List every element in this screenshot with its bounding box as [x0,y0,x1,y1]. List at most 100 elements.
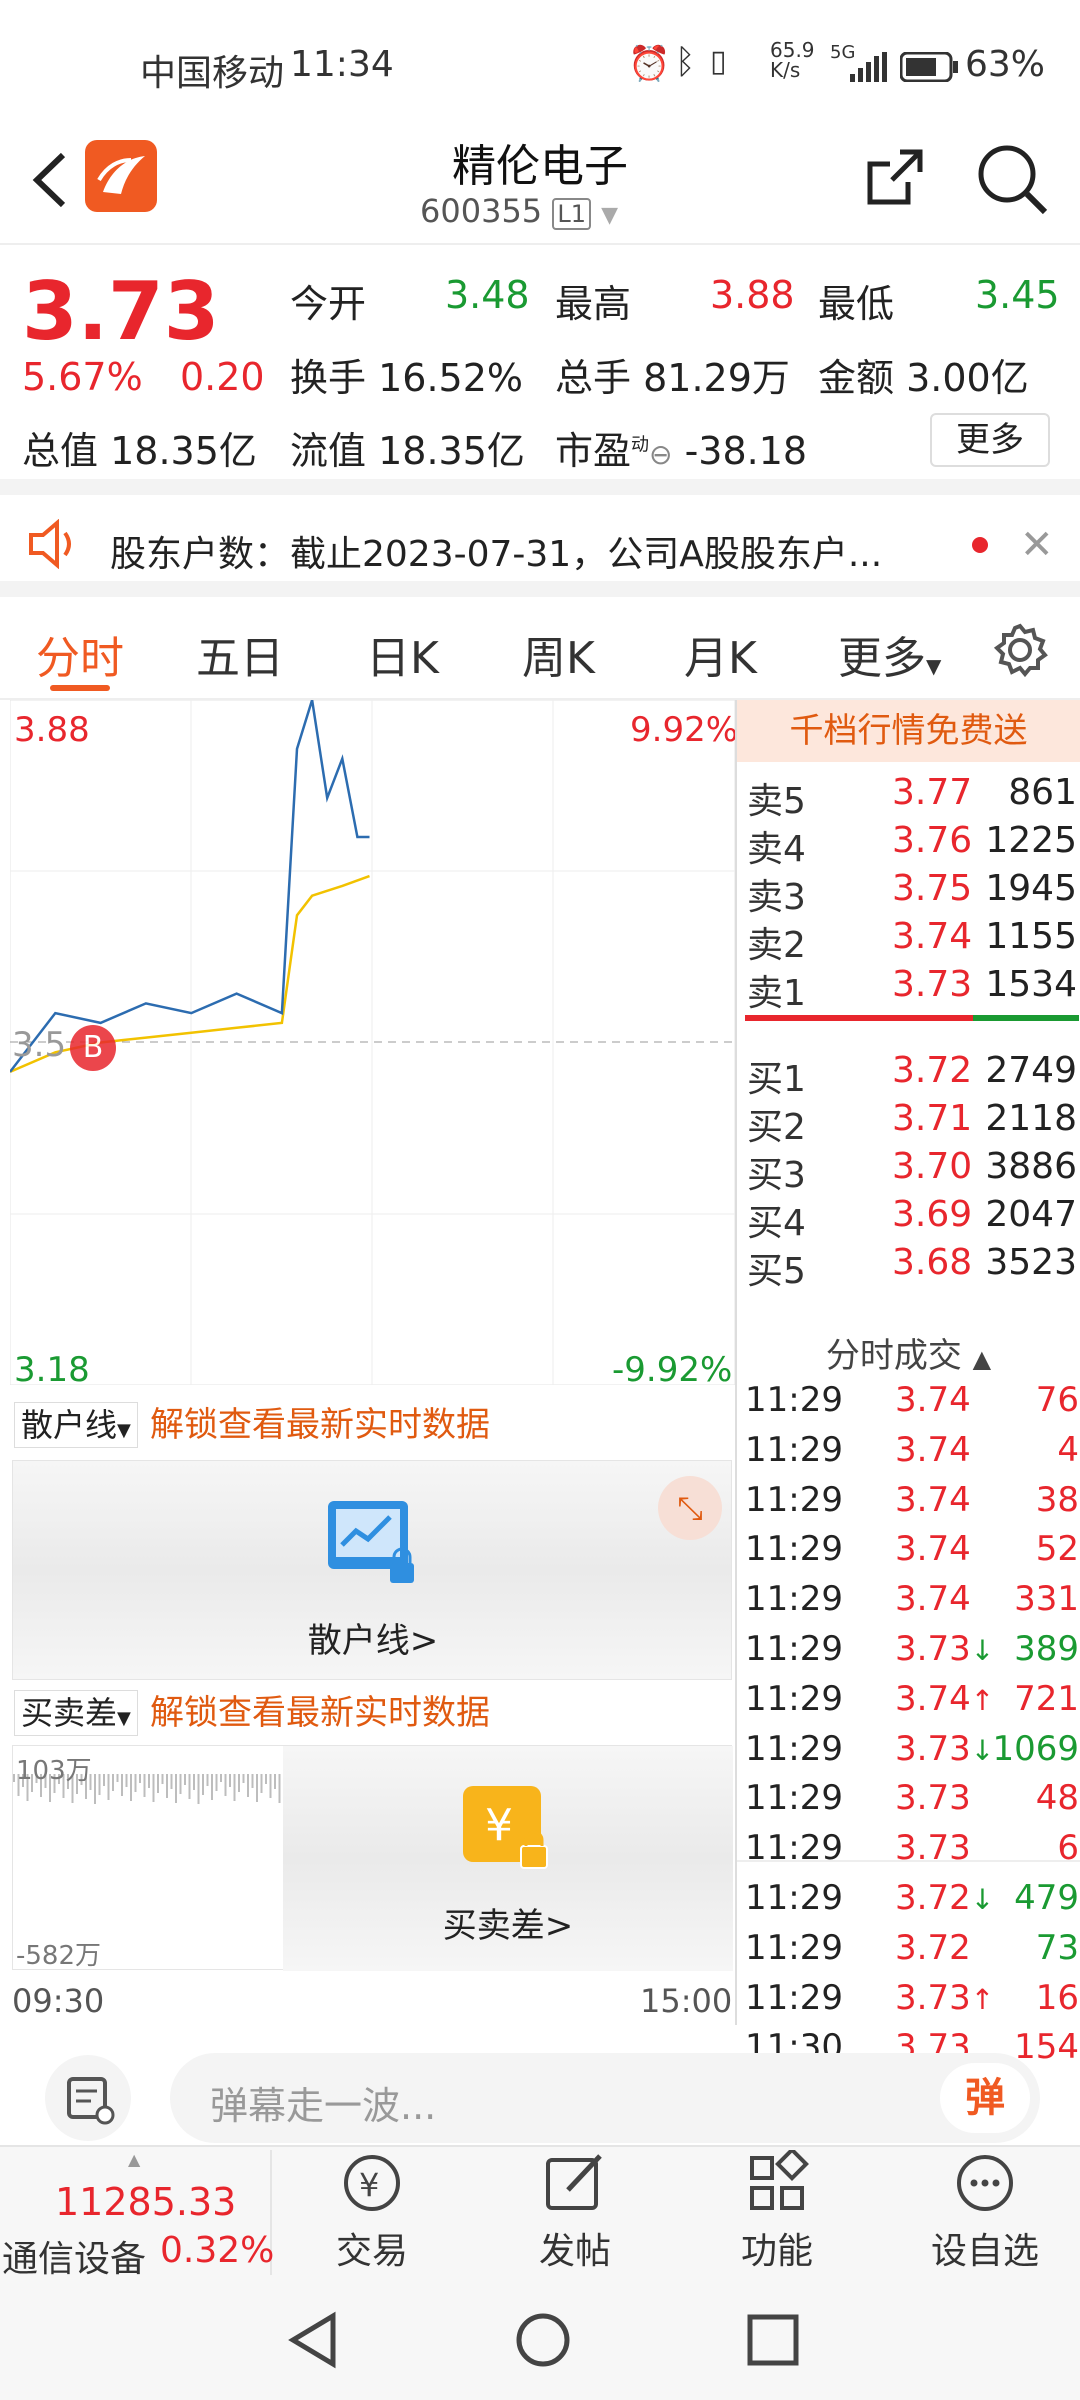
ask-volume: 1534 [985,964,1077,1005]
ask-row[interactable]: 卖4 3.76 1225 [747,820,1077,870]
home-circle-icon[interactable] [513,2310,573,2374]
ask-row[interactable]: 卖3 3.75 1945 [747,868,1077,918]
recents-square-icon[interactable] [745,2312,801,2372]
tick-time: 11:29 [745,1977,843,2018]
bid-row[interactable]: 买2 3.71 2118 [747,1098,1077,1148]
tab-intraday[interactable]: 分时 [36,622,124,686]
notice-bar[interactable]: 股东户数：截止2023-07-31，公司A股股东户... ✕ [0,497,1080,597]
index-ticker[interactable]: ▲ 11285.33 通信设备 0.32% [0,2150,274,2280]
open-label: 今开 [290,282,367,326]
sub1-caption: 散户线> [307,1621,439,1661]
notice-text: 股东户数：截止2023-07-31，公司A股股东户... [110,534,883,575]
tick-row: 11:29 3.74 4 [745,1430,1079,1478]
bid-row[interactable]: 买1 3.72 2749 [747,1050,1077,1100]
more-circle-icon [957,2155,1013,2211]
features-button[interactable]: 功能 [697,2150,857,2274]
amount-cell: 金额 3.00亿 [818,356,1029,400]
bid-label: 买5 [747,1251,806,1292]
diff-bar [94,1774,96,1804]
tab-monthly-k[interactable]: 月K [684,622,757,686]
danmu-input[interactable]: 弹幕走一波... 弹 [170,2053,1040,2143]
diff-bar [13,1774,15,1782]
level2-promo-banner[interactable]: 千档行情免费送 [737,700,1080,762]
ask-label: 卖3 [747,877,806,918]
sub2-unlock-link[interactable]: 解锁查看最新实时数据 [150,1690,490,1736]
add-watchlist-button[interactable]: 设自选 [905,2150,1065,2274]
low-label: 最低 [818,282,895,326]
close-icon[interactable]: ✕ [1020,522,1054,568]
bid-row[interactable]: 买4 3.69 2047 [747,1194,1077,1244]
comment-list-icon[interactable] [45,2055,131,2141]
sub1-select[interactable]: 散户线▼ [14,1402,138,1448]
diff-bar [125,1774,128,1787]
search-icon[interactable] [975,142,1050,221]
sub1-unlock-link[interactable]: 解锁查看最新实时数据 [150,1402,490,1448]
buy-marker-b[interactable]: B [70,1025,116,1071]
tick-time: 11:29 [745,1927,843,1968]
order-book: 千档行情免费送 卖5 3.77 861 卖4 3.76 1225 卖3 3.75 1945 卖2 3… [735,700,1080,2067]
tick-row: 11:29 3.73↓ 1069 [745,1729,1079,1777]
bid-row[interactable]: 买5 3.68 3523 [747,1242,1077,1292]
trade-button[interactable]: ¥ 交易 [292,2150,452,2274]
pe-cell: 市盈动⊖ -38.18 [555,429,808,473]
ticks-title[interactable]: 分时成交 ▲ [737,1328,1080,1377]
tick-price: 3.73 [895,1778,971,1819]
intraday-chart[interactable] [10,700,735,1385]
bid-label: 买2 [747,1107,806,1148]
tick-volume: 6 [1057,1828,1079,1869]
settings-gear-icon[interactable] [992,622,1048,682]
ask-row[interactable]: 卖2 3.74 1155 [747,916,1077,966]
chart-area[interactable]: 3.88 9.92% 3.5 B 3.18 -9.92% 散户线▼ 解锁查看最新… [0,700,738,2025]
tick-volume: 331 [1014,1579,1079,1620]
tick-volume: 4 [1057,1429,1079,1470]
tick-price: 3.72↓ [895,1878,995,1918]
tick-volume: 389 [1014,1629,1079,1669]
sub1-locked-panel[interactable]: 散户线> ⤡ [12,1460,732,1680]
tick-volume: 48 [1035,1778,1079,1819]
diff-bar [238,1774,240,1792]
unread-dot [972,537,988,553]
diff-bar [179,1774,182,1794]
diff-bar [188,1774,191,1799]
tab-daily-k[interactable]: 日K [366,622,439,686]
ask-row[interactable]: 卖1 3.73 1534 [747,964,1077,1014]
back-button[interactable] [25,145,75,219]
tick-price: 3.74↑ [895,1678,995,1719]
level-badge[interactable]: L1 [552,198,591,230]
tick-time: 11:29 [745,1878,843,1918]
tick-volume: 76 [1035,1380,1079,1420]
apps-grid-icon [750,2150,809,2210]
bid-row[interactable]: 买3 3.70 3886 [747,1146,1077,1196]
diff-bar [152,1774,155,1802]
sub2-locked-panel[interactable]: ¥ 买卖差> [283,1746,733,1971]
high-label: 最高 [555,282,632,326]
post-button[interactable]: 发帖 [495,2150,655,2274]
tab-weekly-k[interactable]: 周K [522,622,595,686]
tick-row: 11:29 3.72 73 [745,1928,1079,1976]
last-price: 3.73 [22,265,220,358]
sub2-select[interactable]: 买卖差▼ [14,1690,138,1736]
back-triangle-icon[interactable] [285,2310,341,2374]
diff-bar [121,1774,123,1796]
tick-volume: 479 [1014,1878,1079,1918]
system-nav [0,2280,1080,2400]
tick-time: 11:29 [745,1629,843,1669]
ask-label: 卖2 [747,925,806,966]
expand-icon[interactable]: ⤡ [658,1476,722,1540]
tab-more[interactable]: 更多▼ [838,622,941,686]
bid-ratio-bar [973,1015,1079,1021]
share-icon[interactable] [860,142,930,216]
volume-cell: 总手 81.29万 [555,356,790,400]
danmu-toggle-button[interactable]: 弹 [940,2063,1030,2133]
tab-five-day[interactable]: 五日 [196,622,284,686]
sub2-panel[interactable]: ¥ 买卖差> [12,1745,733,1971]
chevron-down-icon[interactable]: ▼ [601,203,618,228]
tick-row: 11:29 3.73↑ 16 [745,1978,1079,2026]
more-button[interactable]: 更多 [930,413,1050,467]
diff-bar [184,1774,186,1785]
tick-price: 3.74 [895,1579,971,1620]
clock: 11:34 [290,44,394,85]
battery-level: 63% [965,44,1046,85]
diff-bar [107,1774,110,1800]
ask-row[interactable]: 卖5 3.77 861 [747,772,1077,822]
